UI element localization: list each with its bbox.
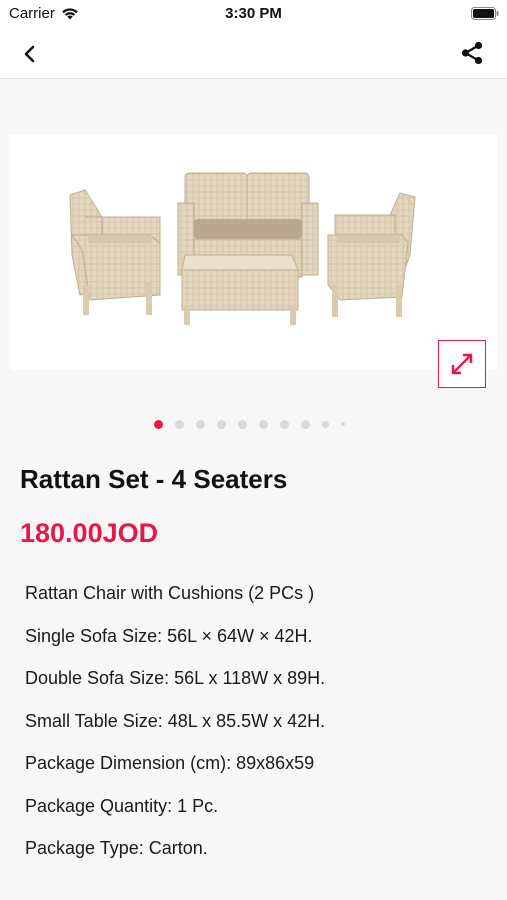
share-button[interactable] [457,38,487,68]
rattan-furniture-photo [69,172,416,325]
description-line: Package Quantity: 1 Pc. [25,795,219,816]
left-armchair [69,189,161,315]
page-dot-10[interactable] [341,422,345,426]
navigation-bar [0,28,507,79]
status-bar: Carrier 3:30 PM [0,0,507,28]
product-description: Rattan Chair with Cushions (2 PCs ) Sing… [25,580,495,878]
expand-arrows-icon [451,353,473,375]
expand-image-button[interactable] [438,340,486,388]
product-price: 180.00JOD [20,518,159,548]
back-button[interactable] [16,40,44,68]
page-dot-1[interactable] [154,419,163,429]
right-armchair [327,192,416,317]
page-dot-4[interactable] [217,419,226,429]
page-dot-5[interactable] [238,419,247,429]
clock: 3:30 PM [225,5,282,22]
share-icon [461,41,483,65]
product-image-gallery[interactable] [10,135,497,370]
description-line: Package Type: Carton. [25,838,208,858]
page-dot-7[interactable] [280,419,289,429]
product-title: Rattan Set - 4 Seaters [20,464,288,494]
description-line: Small Table Size: 48L x 85.5W x 42H. [25,710,326,731]
page-dot-8[interactable] [301,419,310,429]
page-dot-6[interactable] [259,419,268,429]
gallery-page-indicator[interactable] [0,417,507,431]
page-dot-2[interactable] [175,419,184,429]
battery-icon [471,7,499,20]
chevron-left-icon [24,45,35,63]
description-line: Single Sofa Size: 56L × 64W × 42H. [25,625,313,646]
description-line: Package Dimension (cm): 89x86x59 [25,753,315,773]
page-dot-9[interactable] [322,420,329,428]
small-table [181,254,299,325]
page-dot-3[interactable] [196,419,205,429]
description-line: Rattan Chair with Cushions (2 PCs ) [25,583,315,603]
description-line: Double Sofa Size: 56L x 118W x 89H. [25,668,326,688]
